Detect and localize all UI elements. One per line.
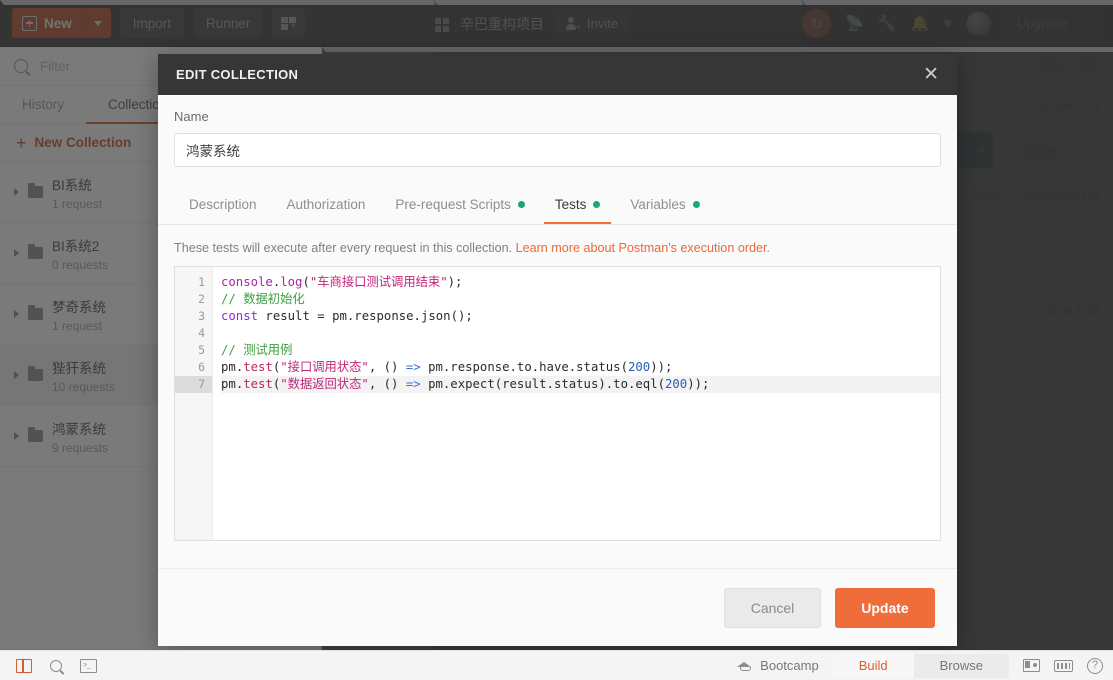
code-token: "接口调用状态" — [280, 360, 369, 374]
modal-header: EDIT COLLECTION ✕ — [158, 54, 957, 95]
search-icon[interactable] — [50, 659, 62, 672]
line-number: 1 — [198, 275, 205, 289]
code-line[interactable] — [221, 325, 940, 342]
code-line[interactable]: pm.test("数据返回状态", () => pm.expect(result… — [221, 376, 940, 393]
modal-body: Name 鸿蒙系统 Description Authorization Pre-… — [158, 95, 957, 568]
console-icon[interactable]: >_ — [80, 658, 97, 673]
line-number: 6 — [198, 360, 205, 374]
collection-name-input[interactable]: 鸿蒙系统 — [174, 133, 941, 167]
tab-description-label: Description — [189, 196, 257, 212]
bootcamp-button[interactable]: Bootcamp — [737, 658, 819, 673]
code-line[interactable]: pm.test("接口调用状态", () => pm.response.to.h… — [221, 359, 940, 376]
update-button[interactable]: Update — [835, 587, 935, 628]
status-dot-icon — [593, 200, 601, 208]
code-token: "车商接口测试调用结束" — [309, 275, 448, 289]
tab-variables[interactable]: Variables — [615, 184, 714, 224]
tab-authorization-label: Authorization — [286, 196, 366, 212]
code-token: pm.response.to.have.status( — [420, 360, 628, 374]
code-token: 200 — [627, 360, 651, 374]
edit-collection-modal: EDIT COLLECTION ✕ Name 鸿蒙系统 Description … — [158, 54, 957, 646]
line-number: 5 — [198, 343, 205, 357]
graduation-cap-icon — [737, 661, 752, 671]
code-line[interactable]: // 测试用例 — [221, 342, 940, 359]
code-token: ); — [447, 275, 463, 289]
code-line[interactable]: console.log("车商接口测试调用结束"); — [221, 274, 940, 291]
line-number: 7 — [175, 376, 212, 393]
code-token: console — [221, 275, 273, 289]
help-icon[interactable]: ? — [1087, 657, 1103, 674]
line-number: 4 — [198, 326, 205, 340]
keyboard-icon[interactable] — [1054, 659, 1073, 672]
tab-variables-label: Variables — [630, 196, 686, 212]
code-token: . — [413, 309, 421, 323]
tab-pre-request-scripts-label: Pre-request Scripts — [395, 196, 511, 212]
code-token: => — [405, 377, 421, 391]
code-token: , () — [368, 377, 406, 391]
code-token: , () — [368, 360, 406, 374]
two-pane-icon[interactable] — [1023, 659, 1040, 672]
modal-tabs: Description Authorization Pre-request Sc… — [158, 181, 957, 225]
line-number: 2 — [198, 292, 205, 306]
code-token: // 数据初始化 — [221, 292, 305, 306]
execution-order-link[interactable]: Learn more about Postman's execution ord… — [516, 241, 770, 255]
editor-gutter: 1 2 3 4 5 6 7 — [175, 267, 213, 540]
code-token: test — [243, 360, 273, 374]
code-token: const — [221, 309, 259, 323]
code-line[interactable]: const result = pm.response.json(); — [221, 308, 940, 325]
code-token: 200 — [665, 377, 688, 391]
status-dot-icon — [517, 200, 525, 208]
tests-hint: These tests will execute after every req… — [158, 225, 957, 266]
mode-build[interactable]: Build — [832, 653, 914, 678]
cancel-button-label: Cancel — [750, 599, 795, 616]
code-token: )); — [650, 360, 673, 374]
code-token: )); — [687, 377, 710, 391]
code-token: log — [280, 275, 303, 289]
code-token: ( — [302, 275, 310, 289]
update-button-label: Update — [861, 599, 909, 616]
tests-hint-text: These tests will execute after every req… — [174, 241, 516, 255]
mode-switcher: Build Browse — [832, 653, 1009, 678]
editor-code-area[interactable]: console.log("车商接口测试调用结束");// 数据初始化 const … — [213, 267, 940, 540]
code-token: pm — [324, 309, 347, 323]
line-number: 3 — [198, 309, 205, 323]
code-token: result — [258, 309, 318, 323]
tab-tests-label: Tests — [554, 196, 587, 212]
code-token: = — [317, 309, 325, 323]
status-bar-left: >_ — [10, 658, 97, 673]
code-token: response — [354, 309, 414, 323]
code-token: "数据返回状态" — [280, 377, 369, 391]
name-field-block: Name 鸿蒙系统 — [158, 95, 957, 167]
code-token: pm — [221, 377, 236, 391]
bootcamp-label: Bootcamp — [760, 658, 819, 673]
close-icon[interactable]: ✕ — [923, 65, 939, 84]
code-line[interactable]: // 数据初始化 — [221, 291, 940, 308]
code-token: => — [405, 360, 421, 374]
code-token: // 测试用例 — [221, 343, 293, 357]
status-dot-icon — [692, 200, 700, 208]
code-token: pm — [221, 360, 236, 374]
sidebar-toggle-icon[interactable] — [16, 658, 32, 673]
code-token: json — [420, 309, 451, 323]
status-bar-right: Bootcamp Build Browse ? — [737, 653, 1103, 678]
tab-description[interactable]: Description — [174, 184, 272, 224]
code-token: (); — [450, 309, 473, 323]
cancel-button[interactable]: Cancel — [724, 587, 821, 628]
postman-app-window: New Import Runner + 辛巴重构项目 + Invite ↻ 📡 … — [0, 0, 1113, 680]
tab-tests[interactable]: Tests — [540, 184, 616, 224]
tests-code-editor[interactable]: 1234567 console.log("车商接口测试调用结束");// 数据初… — [174, 266, 941, 541]
tab-pre-request-scripts[interactable]: Pre-request Scripts — [380, 184, 540, 224]
name-label: Name — [174, 109, 209, 124]
status-bar: >_ Bootcamp Build Browse ? — [0, 650, 1113, 680]
modal-title: EDIT COLLECTION — [176, 67, 299, 82]
modal-footer: Cancel Update — [158, 568, 957, 646]
code-token: test — [243, 377, 273, 391]
tab-authorization[interactable]: Authorization — [272, 184, 381, 224]
code-token: pm.expect(result.status).to.eql( — [420, 377, 665, 391]
mode-browse[interactable]: Browse — [914, 654, 1009, 678]
